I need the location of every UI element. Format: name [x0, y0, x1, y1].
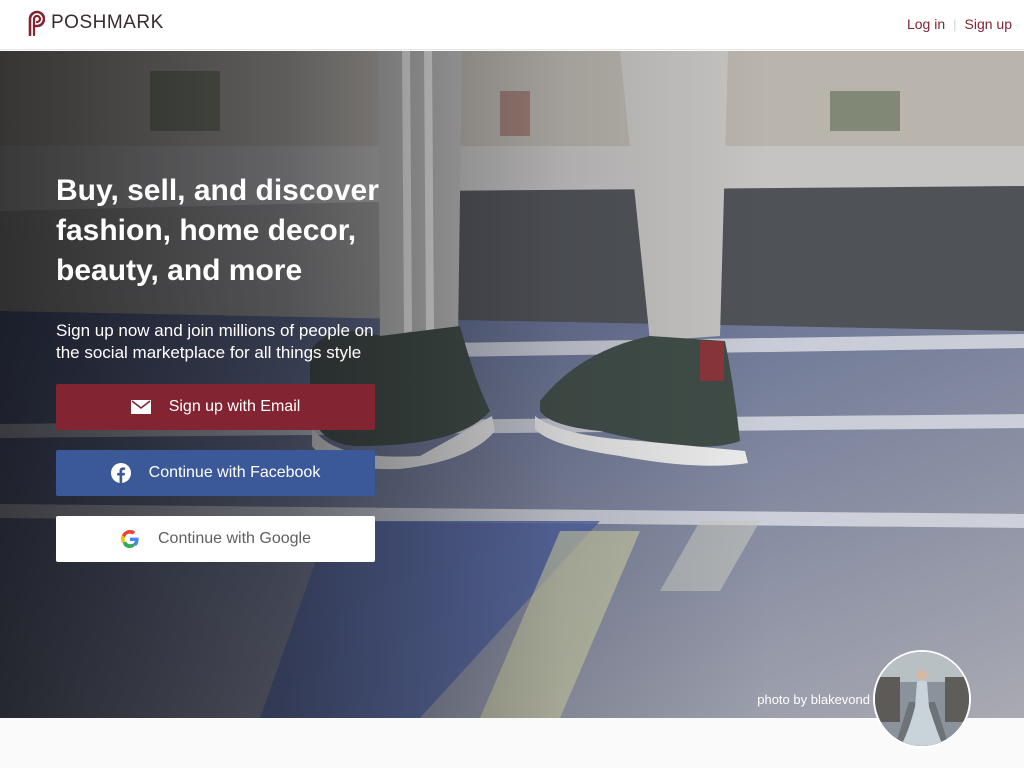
brand-name: POSHMARK	[51, 12, 164, 33]
signup-email-label: Sign up with Email	[168, 398, 301, 415]
poshmark-logo[interactable]: POSHMARK	[23, 10, 164, 36]
facebook-icon	[110, 463, 131, 483]
google-label: Continue with Google	[158, 530, 311, 547]
signup-email-button[interactable]: Sign up with Email	[56, 384, 375, 430]
hero-headline: Buy, sell, and discover fashion, home de…	[56, 174, 379, 287]
poshmark-logo-icon	[28, 10, 45, 36]
envelope-icon	[130, 397, 151, 417]
auth-divider: |	[953, 16, 957, 32]
hero-section: Buy, sell, and discover fashion, home de…	[0, 51, 1024, 718]
hero-content: Buy, sell, and discover fashion, home de…	[56, 171, 386, 562]
photographer-avatar[interactable]	[873, 650, 971, 748]
facebook-label: Continue with Facebook	[148, 464, 321, 481]
hero-subheadline: Sign up now and join millions of people …	[56, 321, 374, 362]
top-header: POSHMARK Log in | Sign up	[0, 0, 1024, 50]
facebook-button[interactable]: Continue with Facebook	[56, 450, 375, 496]
login-link[interactable]: Log in	[907, 16, 945, 32]
google-icon	[120, 529, 140, 549]
photo-credit[interactable]: photo by blakevond	[757, 692, 870, 707]
signup-link[interactable]: Sign up	[965, 16, 1012, 32]
auth-links: Log in | Sign up	[907, 16, 1012, 32]
google-button[interactable]: Continue with Google	[56, 516, 375, 562]
